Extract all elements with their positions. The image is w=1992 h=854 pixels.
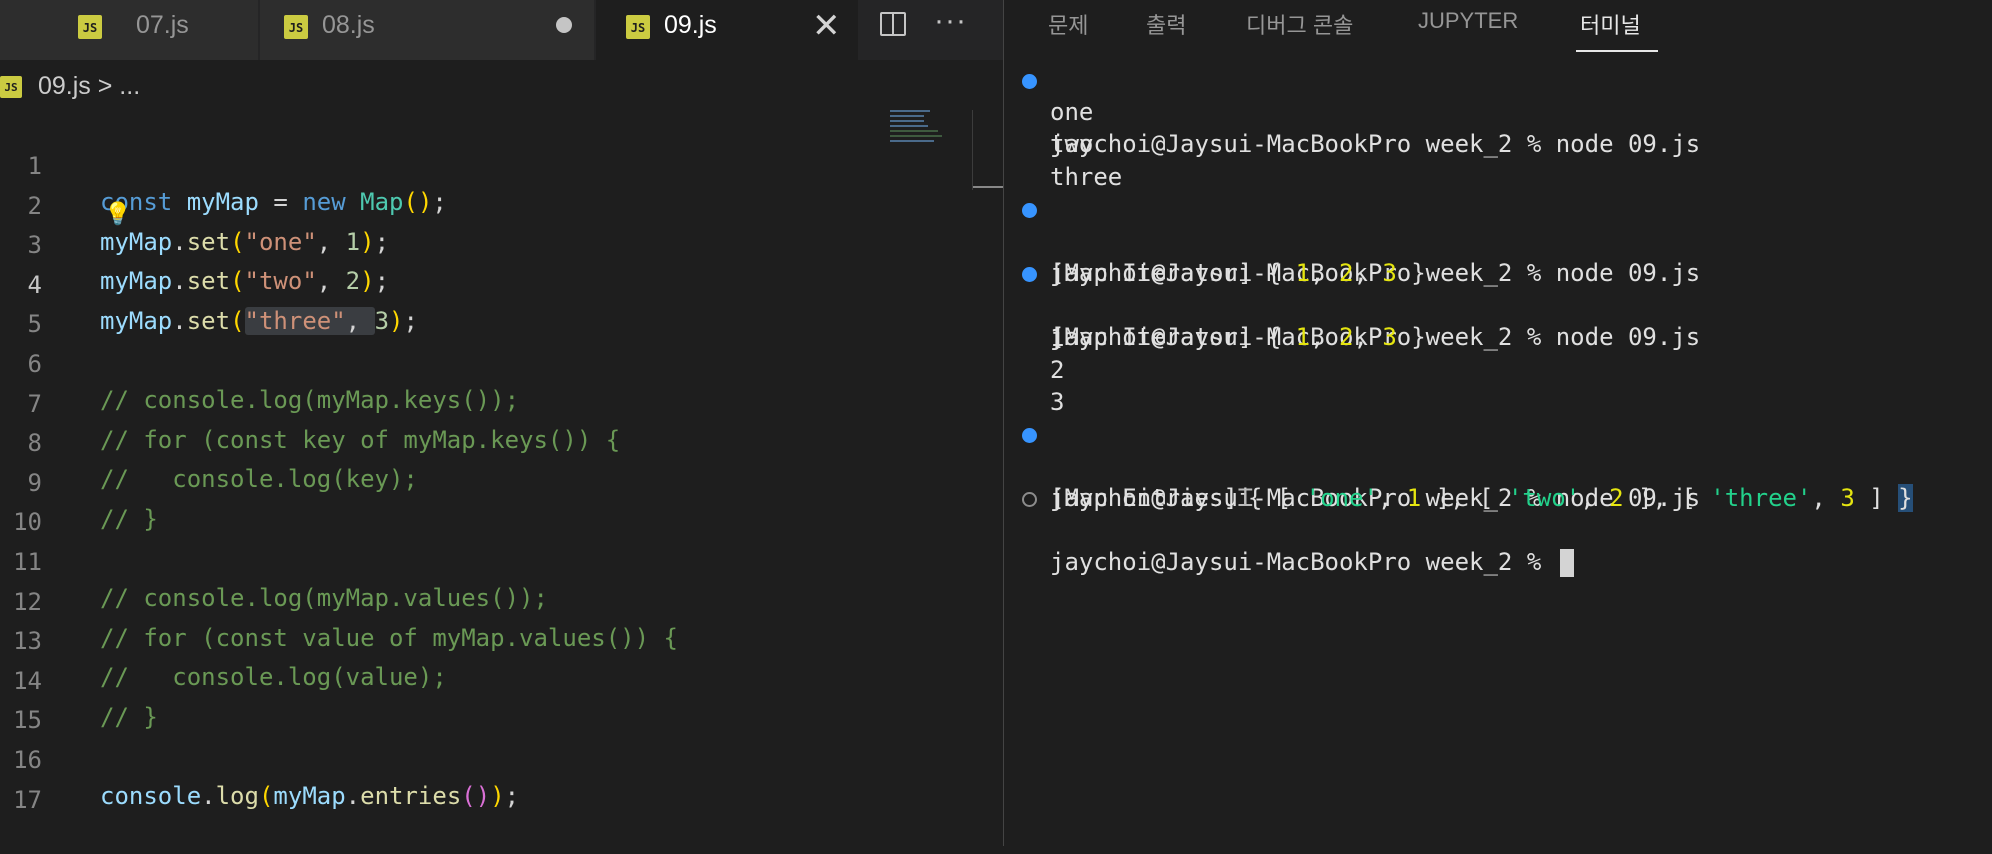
command-success-dot-icon[interactable] bbox=[1022, 267, 1037, 283]
code-line[interactable]: 9 // } bbox=[0, 429, 880, 533]
breadcrumb-file[interactable]: 09.js bbox=[38, 72, 91, 100]
terminal-line: 3 bbox=[1004, 386, 1992, 418]
code-token: entries bbox=[360, 781, 462, 810]
code-line[interactable]: 16 console.log(myMap.entries()); bbox=[0, 706, 880, 810]
terminal-line: [Map Entries]Ꮖ{ [ 'one', 1 ], [ 'two', 2… bbox=[1004, 450, 1992, 513]
terminal-line: jaychoi@Jaysui-MacBookPro week_2 % node … bbox=[1004, 418, 1992, 512]
terminal-cursor[interactable] bbox=[1559, 549, 1574, 578]
command-success-dot-icon[interactable] bbox=[1022, 428, 1037, 444]
tab-08-js[interactable]: JS 08.js bbox=[260, 0, 594, 60]
terminal-text: one bbox=[1050, 98, 1094, 127]
code-token: . bbox=[201, 781, 216, 810]
command-success-dot-icon[interactable] bbox=[1022, 202, 1037, 218]
tab-07-js[interactable]: JS 07.js bbox=[0, 0, 258, 60]
tab-output[interactable]: 출력 bbox=[1146, 8, 1186, 40]
code-token: ( bbox=[461, 781, 476, 810]
unsaved-changes-dot-icon[interactable] bbox=[556, 17, 572, 33]
code-token: ( bbox=[258, 781, 274, 810]
code-line[interactable]: 8 // console.log(key); bbox=[0, 389, 880, 493]
code-line[interactable]: 6 // console.log(myMap.keys()); bbox=[0, 310, 880, 414]
code-line[interactable]: 4 myMap.set("three", 3); bbox=[0, 231, 880, 335]
tab-label: 07.js bbox=[136, 11, 189, 39]
terminal-line: [Map Iterator] { 1, 2, 3 } bbox=[1004, 289, 1992, 351]
tab-jupyter[interactable]: JUPYTER bbox=[1418, 8, 1518, 34]
terminal-line: jaychoi@Jaysui-MacBookPro week_2 % node … bbox=[1004, 64, 1992, 158]
editor-scrollbar[interactable] bbox=[972, 110, 1003, 190]
terminal-line: two bbox=[1004, 128, 1992, 160]
terminal-line: jaychoi@Jaysui-MacBookPro week_2 % bbox=[1004, 482, 1992, 578]
terminal-number: 1 bbox=[1050, 323, 1065, 352]
terminal-prompt: jaychoi@Jaysui-MacBookPro week_2 % bbox=[1050, 548, 1556, 577]
tab-problems[interactable]: 문제 bbox=[1048, 8, 1088, 40]
code-line[interactable]: 13 // console.log(value); bbox=[0, 587, 880, 691]
terminal-text: three bbox=[1050, 162, 1123, 191]
terminal-number: 2 bbox=[1050, 355, 1065, 384]
code-token: console bbox=[100, 781, 202, 810]
more-actions-icon[interactable]: ··· bbox=[934, 4, 967, 38]
terminal-output[interactable]: jaychoi@Jaysui-MacBookPro week_2 % node … bbox=[1004, 64, 1992, 578]
lightbulb-icon[interactable]: 💡 bbox=[104, 197, 131, 233]
terminal-line: 2 bbox=[1004, 354, 1992, 386]
terminal-line: three bbox=[1004, 161, 1992, 193]
code-token: ) bbox=[490, 781, 505, 810]
terminal-panel: 문제 출력 디버그 콘솔 JUPYTER 터미널 jaychoi@Jaysui-… bbox=[1004, 0, 1992, 846]
command-pending-dot-icon[interactable] bbox=[1022, 492, 1037, 508]
terminal-number: 3 bbox=[1050, 387, 1065, 416]
terminal-line: one bbox=[1004, 96, 1992, 128]
code-token: ) bbox=[475, 781, 491, 810]
javascript-file-icon: JS bbox=[626, 15, 650, 39]
javascript-file-icon: JS bbox=[284, 15, 308, 39]
javascript-file-icon: JS bbox=[78, 15, 102, 39]
tab-debug-console[interactable]: 디버그 콘솔 bbox=[1246, 8, 1353, 40]
code-line[interactable]: 3 myMap.set("two", 2); 💡 bbox=[0, 191, 880, 295]
code-line[interactable]: 17 bbox=[0, 746, 880, 814]
terminal-line: jaychoi@Jaysui-MacBookPro week_2 % node … bbox=[1004, 193, 1992, 287]
code-token: log bbox=[215, 781, 259, 810]
terminal-line: 1 bbox=[1004, 322, 1992, 354]
code-line[interactable]: 10 bbox=[0, 468, 880, 536]
code-line[interactable]: 14 // } bbox=[0, 627, 880, 731]
code-line[interactable]: 2 myMap.set("one", 1); bbox=[0, 152, 880, 256]
active-tab-indicator bbox=[1576, 50, 1658, 52]
code-line[interactable]: 1 const myMap = new Map(); bbox=[0, 112, 880, 216]
tab-terminal[interactable]: 터미널 bbox=[1580, 8, 1641, 40]
code-line[interactable]: 5 bbox=[0, 270, 880, 338]
line-number: 17 bbox=[13, 785, 42, 814]
minimap[interactable] bbox=[890, 110, 970, 160]
editor-tab-bar: JS 07.js JS 08.js JS 09.js ✕ ··· bbox=[0, 0, 1003, 60]
javascript-file-icon: JS bbox=[0, 76, 22, 98]
code-line[interactable]: 7 // for (const key of myMap.keys()) { bbox=[0, 350, 880, 454]
editor-group: JS 07.js JS 08.js JS 09.js ✕ ··· JS 09.j… bbox=[0, 0, 1003, 846]
code-token: myMap bbox=[273, 781, 346, 810]
split-editor-icon[interactable] bbox=[880, 12, 906, 36]
code-token: . bbox=[345, 781, 361, 810]
code-token: ; bbox=[504, 781, 520, 810]
terminal-line: [Map Iterator] { 1, 2, 3 } bbox=[1004, 225, 1992, 287]
breadcrumb-rest[interactable]: > ... bbox=[91, 72, 140, 100]
command-success-dot-icon[interactable] bbox=[1022, 74, 1037, 89]
terminal-text: two bbox=[1050, 130, 1094, 159]
code-editor[interactable]: 1 const myMap = new Map(); 2 myMap.set("… bbox=[0, 112, 880, 814]
code-line[interactable]: 12 // for (const value of myMap.values()… bbox=[0, 548, 880, 652]
close-tab-icon[interactable]: ✕ bbox=[812, 6, 841, 46]
tab-label: 09.js bbox=[664, 11, 717, 39]
terminal-line: jaychoi@Jaysui-MacBookPro week_2 % node … bbox=[1004, 257, 1992, 351]
code-line[interactable]: 11 // console.log(myMap.values()); bbox=[0, 508, 880, 612]
tab-label: 08.js bbox=[322, 11, 375, 39]
code-line[interactable]: 15 bbox=[0, 666, 880, 734]
